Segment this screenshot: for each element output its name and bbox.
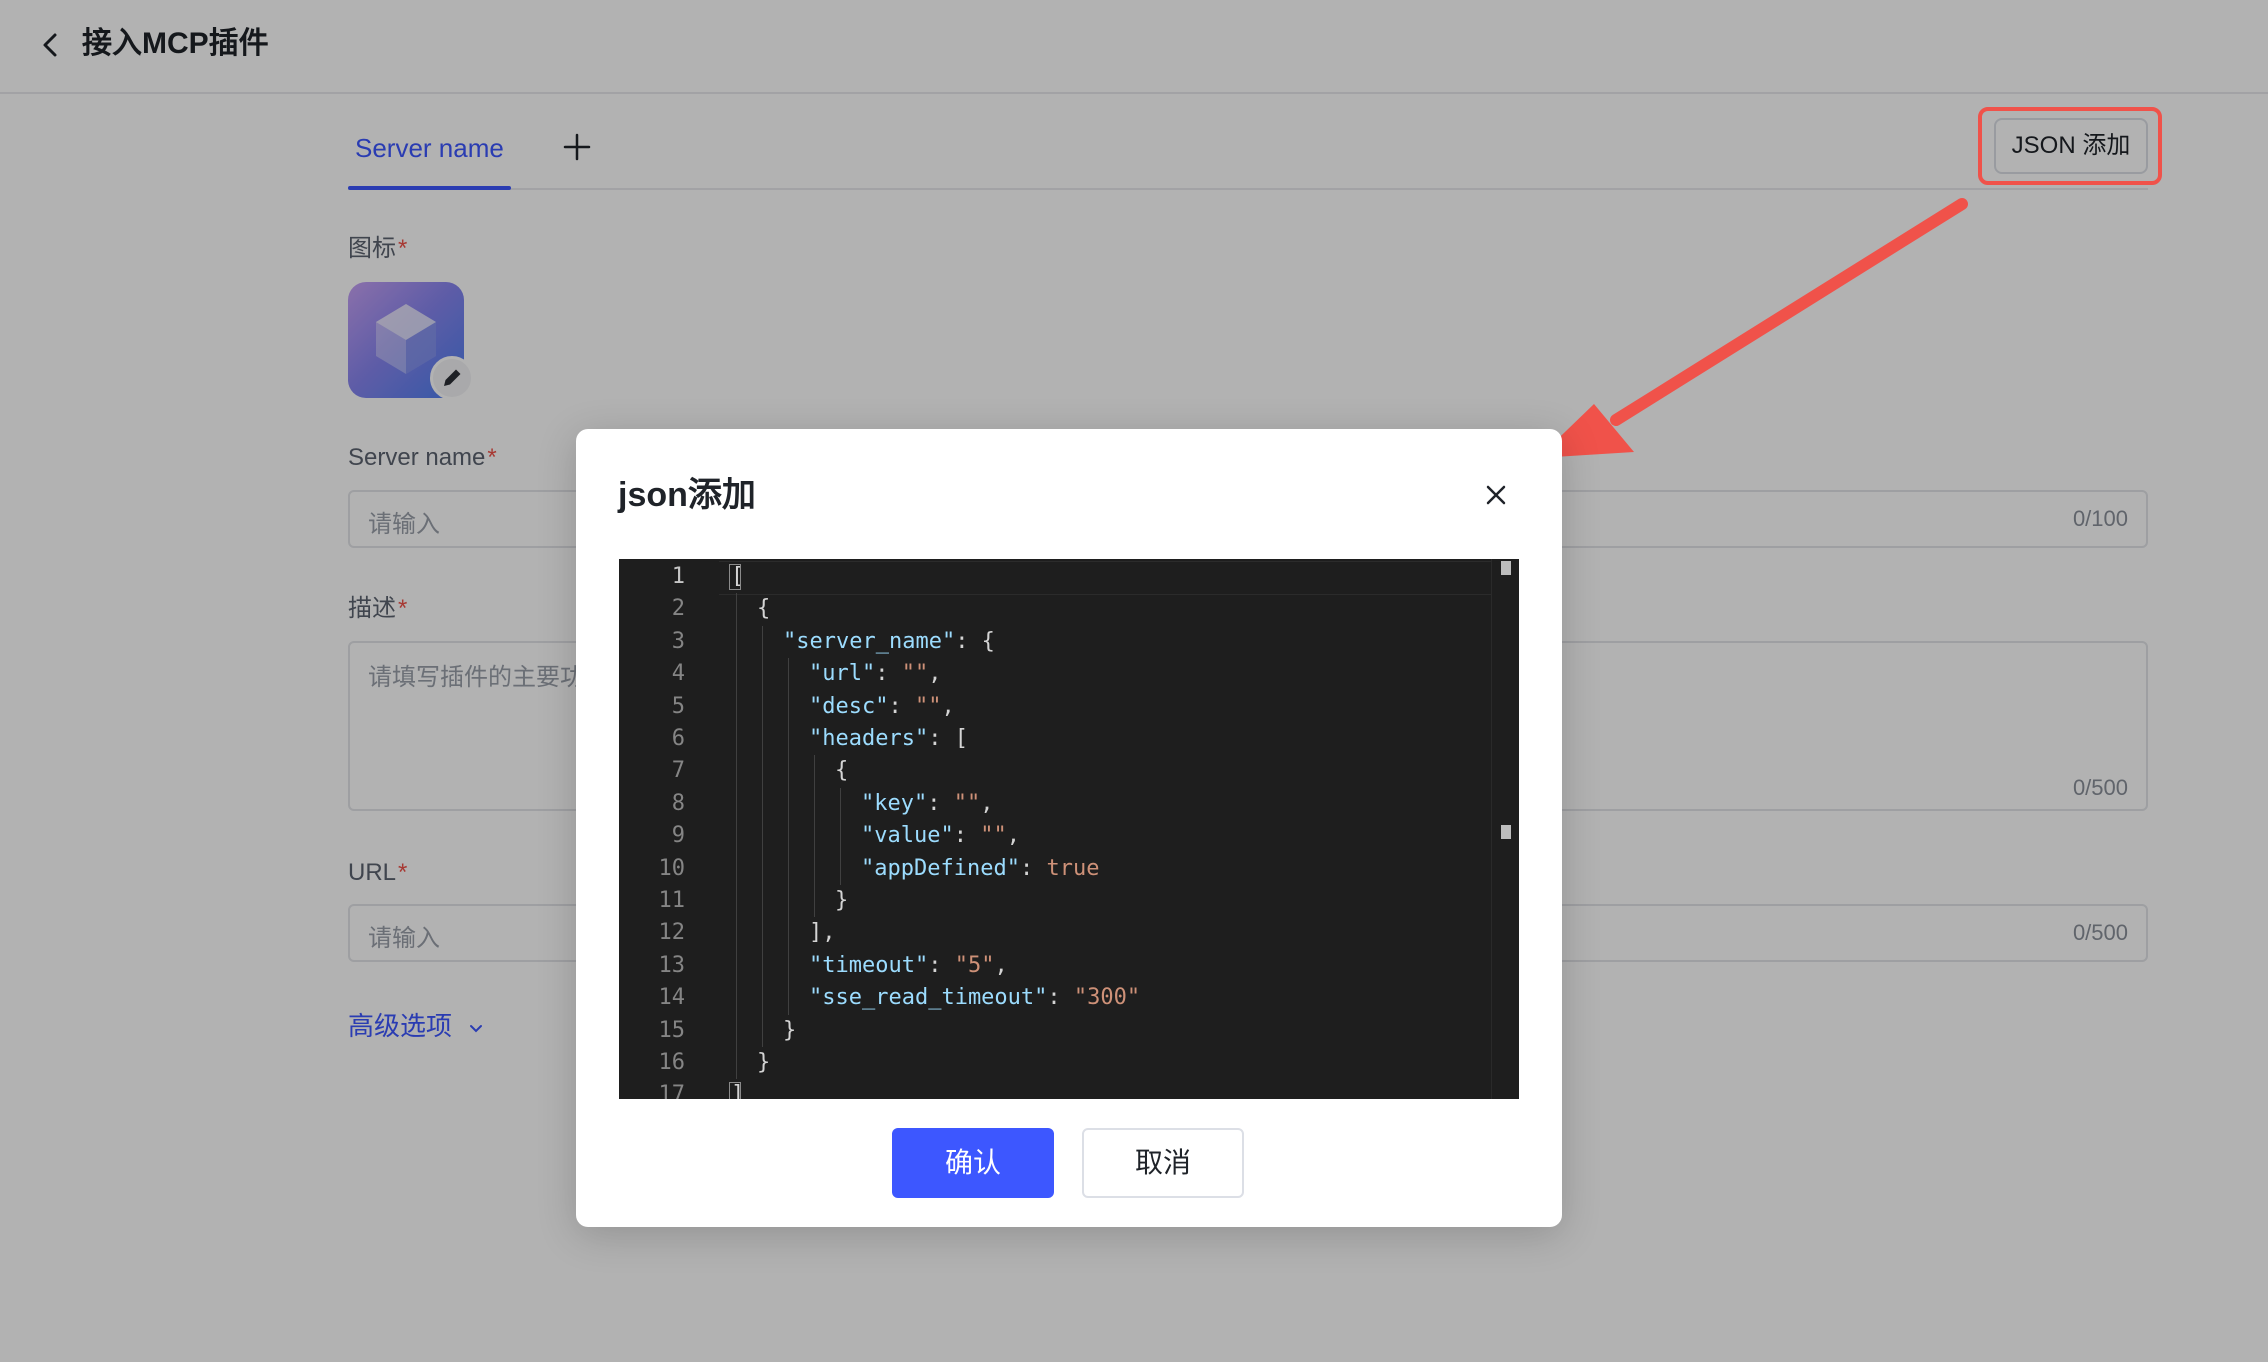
json-string: "300" [1073, 985, 1141, 1011]
code-line: "timeout": "5", [809, 950, 1008, 982]
json-punctuation: ], [809, 920, 836, 946]
json-key: "value" [861, 823, 954, 849]
line-number: 5 [671, 693, 685, 719]
json-punctuation: : [888, 693, 915, 719]
json-punctuation: : [1047, 985, 1074, 1011]
json-punctuation: , [994, 952, 1008, 978]
code-line: "appDefined": true [861, 853, 1099, 885]
code-line: "key": "", [861, 788, 993, 820]
json-punctuation: } [783, 1017, 797, 1043]
json-key: "timeout" [809, 952, 929, 978]
dialog-title: json添加 [618, 476, 756, 514]
json-key: "key" [861, 790, 928, 816]
json-punctuation: , [941, 693, 955, 719]
json-key: "sse_read_timeout" [809, 985, 1048, 1011]
json-code-editor[interactable]: 1 2 3 4 5 6 7 8 9 10 11 12 13 14 15 16 17 [{"server_name… [619, 559, 1519, 1099]
editor-scrollbar[interactable] [1491, 559, 1519, 1099]
code-line: "url": "", [809, 658, 941, 690]
indent-guide [814, 755, 815, 918]
json-key: "headers" [809, 726, 929, 751]
bracket-match-highlight [729, 564, 741, 590]
highlight-annotation [1978, 107, 2162, 185]
code-line: "headers": [ [809, 723, 968, 755]
code-line: } [783, 1015, 796, 1047]
line-number: 2 [671, 596, 685, 622]
current-line-highlight [719, 561, 1499, 595]
json-punctuation: } [835, 888, 849, 913]
line-number: 12 [658, 920, 686, 946]
confirm-button[interactable]: 确认 [892, 1128, 1054, 1198]
json-punctuation: : [928, 952, 955, 978]
json-key: "url" [809, 661, 876, 687]
code-line: { [835, 755, 848, 787]
code-line: ], [809, 917, 836, 949]
json-punctuation: } [757, 1050, 771, 1075]
line-number: 7 [671, 758, 685, 784]
code-line: "value": "", [861, 820, 1020, 852]
indent-guide [840, 787, 841, 885]
scrollbar-marker [1501, 825, 1511, 839]
indent-guide [788, 658, 789, 1015]
json-punctuation: { [835, 758, 849, 784]
bracket-match-highlight [729, 1082, 741, 1099]
line-number: 16 [658, 1050, 686, 1075]
json-punctuation: : [953, 823, 981, 849]
json-punctuation: : { [955, 628, 995, 654]
indent-guide [736, 593, 737, 1080]
line-number: 9 [671, 823, 685, 849]
json-string: "" [914, 693, 942, 719]
code-line: "desc": "", [809, 691, 955, 723]
json-string: "5" [954, 952, 995, 978]
json-boolean: true [1046, 855, 1100, 881]
line-number: 3 [671, 628, 685, 654]
json-punctuation: , [928, 661, 942, 687]
line-number: 4 [671, 661, 685, 687]
line-number: 10 [658, 855, 686, 881]
json-punctuation: : [1019, 855, 1047, 881]
line-number: 6 [671, 726, 685, 751]
line-number: 14 [658, 985, 686, 1011]
line-number: 17 [658, 1082, 686, 1099]
scrollbar-marker [1501, 561, 1511, 575]
json-punctuation: : [ [928, 726, 968, 751]
json-key: "desc" [809, 693, 889, 719]
json-punctuation: : [875, 661, 902, 687]
code-line: "server_name": { [783, 626, 995, 658]
indent-guide [762, 625, 763, 1047]
line-number: 13 [658, 952, 686, 978]
json-punctuation: : [927, 790, 954, 816]
json-add-dialog: json添加 1 2 3 4 5 6 7 8 9 10 11 12 13 14 15 16 17 [{"serv… [576, 429, 1562, 1227]
cancel-button[interactable]: 取消 [1082, 1128, 1244, 1198]
line-number: 1 [671, 564, 685, 589]
json-key: "appDefined" [861, 855, 1020, 881]
json-punctuation: { [757, 596, 771, 622]
line-number: 8 [671, 790, 685, 816]
code-line: "sse_read_timeout": "300" [809, 982, 1140, 1014]
code-line: } [835, 885, 848, 917]
close-dialog-button[interactable] [1476, 475, 1516, 515]
line-number: 15 [658, 1017, 686, 1043]
json-string: "" [953, 790, 981, 816]
json-punctuation: , [980, 790, 994, 816]
close-icon [1486, 485, 1506, 505]
json-string: "" [901, 661, 929, 687]
json-string: "" [980, 823, 1007, 849]
json-key: "server_name" [783, 628, 956, 654]
line-number: 11 [658, 888, 686, 913]
json-punctuation: , [1006, 823, 1020, 849]
line-number-gutter: 1 2 3 4 5 6 7 8 9 10 11 12 13 14 15 16 17 [619, 559, 709, 1099]
code-line: { [757, 593, 770, 625]
code-line: } [757, 1047, 770, 1079]
